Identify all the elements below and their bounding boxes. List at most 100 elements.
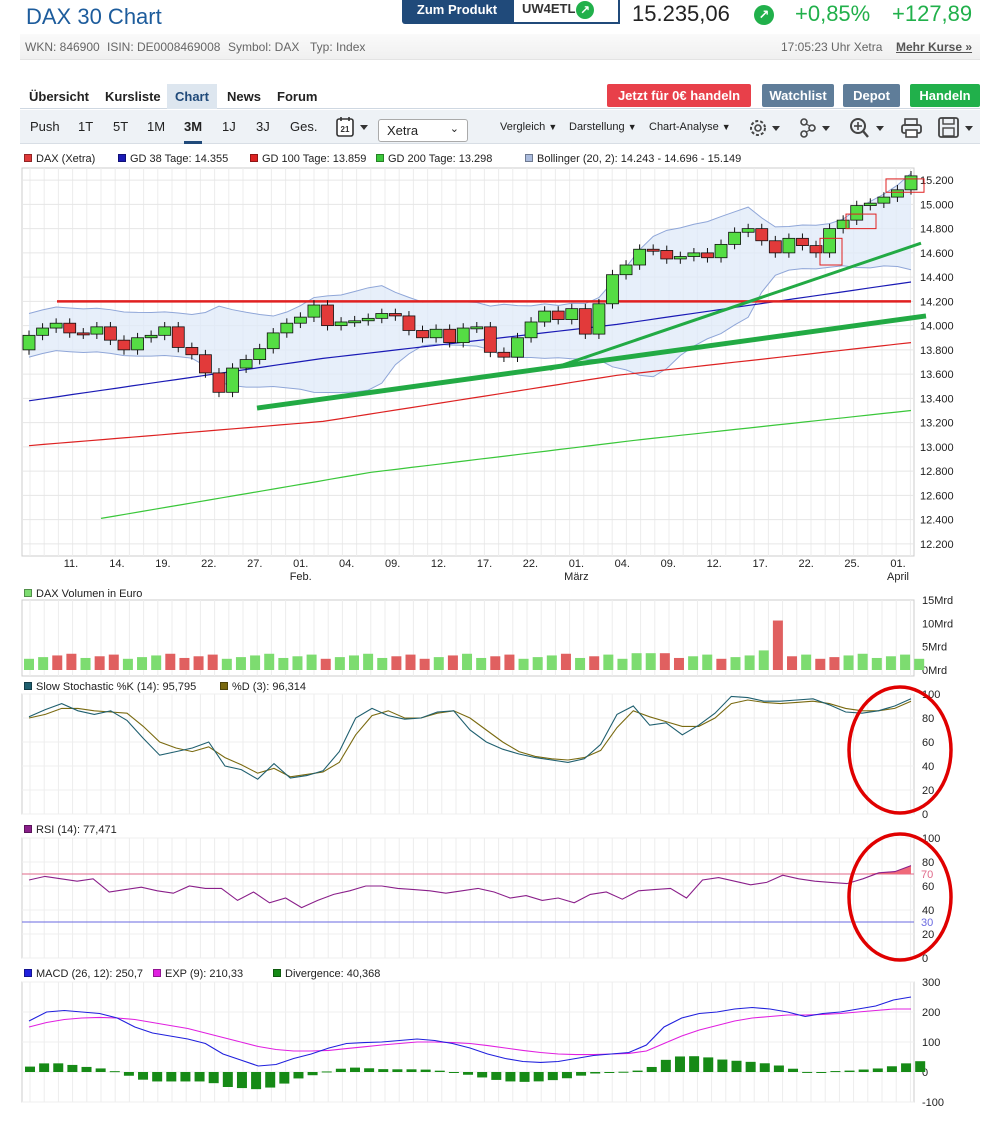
divergence-bar [717, 1059, 728, 1072]
volume-bar [560, 653, 571, 670]
volume-bar [730, 657, 741, 670]
divergence-bar [561, 1072, 572, 1079]
volume-bar [235, 657, 246, 670]
divergence-bar [632, 1070, 643, 1072]
divergence-bar [378, 1069, 389, 1072]
x-tick-label: 11. [64, 558, 78, 570]
y-tick-label: 60 [922, 881, 934, 893]
candle [660, 250, 674, 260]
volume-bar [631, 653, 642, 670]
divergence-bar [166, 1072, 177, 1082]
y-tick-label: 40 [922, 761, 934, 773]
candle [863, 202, 877, 206]
divergence-bar [434, 1070, 445, 1072]
divergence-bar [463, 1072, 474, 1075]
volume-bar [391, 656, 402, 670]
volume-bar [815, 658, 826, 670]
x-tick-label: 27. [247, 558, 262, 570]
y-tick-label: 12.800 [920, 466, 954, 478]
y-tick-label: 0 [922, 809, 928, 821]
divergence-bar [251, 1072, 262, 1090]
divergence-bar [138, 1072, 149, 1080]
divergence-bar [123, 1072, 134, 1076]
volume-bar [546, 655, 557, 670]
divergence-bar [901, 1063, 912, 1072]
volume-bar [264, 653, 275, 670]
candle [578, 308, 592, 335]
divergence-bar [194, 1072, 205, 1082]
y-tick-label: 13.800 [920, 345, 954, 357]
candle [755, 228, 769, 242]
candle [158, 326, 172, 336]
x-tick-label: 17. [753, 558, 768, 570]
candle [551, 310, 565, 320]
x-tick-label: 09. [661, 558, 676, 570]
y-tick-label: 12.600 [920, 490, 954, 502]
divergence-bar [674, 1056, 685, 1072]
divergence-bar [590, 1072, 601, 1074]
candle [117, 339, 131, 351]
volume-bar [617, 658, 628, 670]
candle [904, 175, 918, 191]
candle [375, 313, 389, 319]
divergence-bar [81, 1066, 92, 1072]
x-tick-label: 22. [523, 558, 538, 570]
price-panel-frame [21, 167, 915, 557]
candle [836, 219, 850, 230]
volume-bar [914, 658, 925, 670]
divergence-bar [604, 1072, 615, 1073]
volume-bar [179, 657, 190, 670]
candle [470, 326, 484, 330]
volume-bar [829, 657, 840, 670]
volume-bar [589, 656, 600, 670]
divergence-bar [180, 1072, 191, 1082]
divergence-bar [477, 1072, 488, 1078]
volume-bar [363, 653, 374, 670]
divergence-bar [25, 1066, 35, 1072]
chart-canvas[interactable]: 15.20015.00014.80014.60014.40014.20014.0… [0, 0, 996, 1127]
volume-bar [490, 656, 501, 670]
divergence-bar [420, 1069, 431, 1072]
candle [76, 332, 90, 336]
candle [511, 337, 524, 358]
x-tick-label: 17. [477, 558, 492, 570]
candle [90, 326, 104, 335]
volume-bar [476, 657, 487, 670]
volume-bar [843, 655, 854, 670]
volume-bar [278, 657, 289, 670]
volume-bar [320, 658, 331, 670]
volume-bar [250, 655, 261, 670]
divergence-bar [788, 1068, 799, 1072]
divergence-bar [618, 1071, 629, 1073]
divergence-bar [265, 1072, 276, 1088]
x-tick-label: 04. [339, 558, 354, 570]
divergence-bar [222, 1072, 233, 1087]
divergence-bar [745, 1061, 756, 1072]
candle [171, 326, 185, 348]
volume-bar [857, 653, 868, 670]
y-tick-label: 14.000 [920, 321, 954, 333]
volume-bar [348, 655, 359, 670]
y-tick-label: 10Mrd [922, 618, 953, 630]
divergence-bar [279, 1072, 290, 1084]
candle [714, 243, 728, 259]
divergence-bar [816, 1072, 827, 1073]
candle [823, 228, 836, 254]
divergence-bar [53, 1063, 64, 1072]
volume-bar [207, 654, 218, 670]
x-tick-label: 12. [707, 558, 722, 570]
volume-bar [772, 620, 783, 670]
candle [22, 334, 36, 351]
candle [104, 326, 117, 341]
candle [198, 354, 212, 374]
volume-bar [334, 657, 345, 670]
candle [687, 252, 701, 257]
y-tick-label: 15Mrd [922, 595, 953, 607]
candle [443, 328, 457, 344]
volume-bar [94, 656, 105, 670]
divergence-bar [293, 1072, 304, 1079]
candle [388, 313, 402, 317]
candle [673, 256, 687, 260]
candle [741, 228, 755, 233]
y-tick-label: 80 [922, 713, 934, 725]
